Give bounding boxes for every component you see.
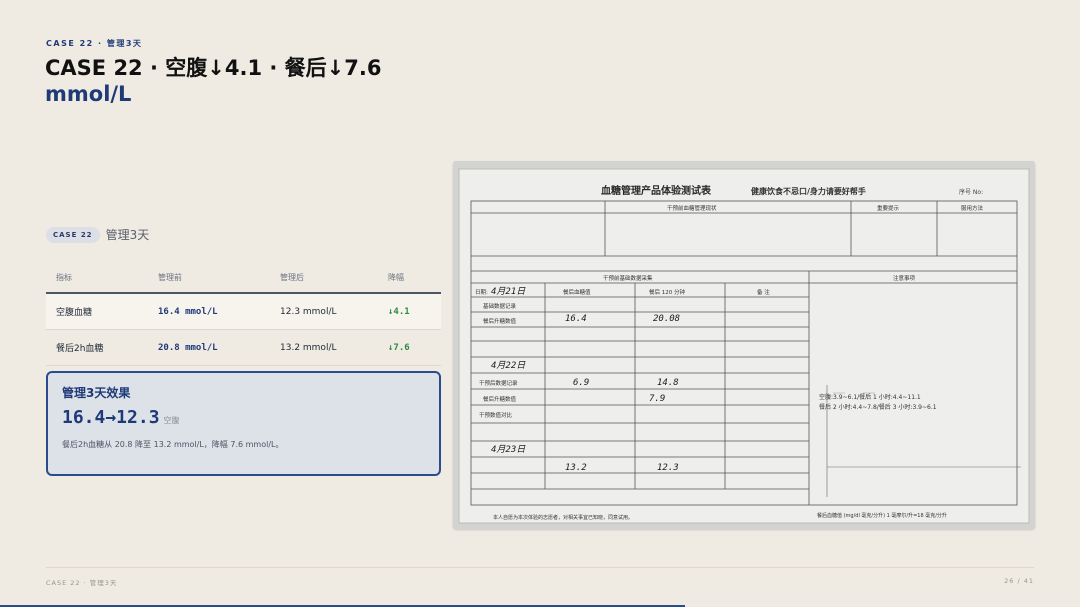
- form-chart-label: 餐后血糖值 (mg/dl 毫克/分升) 1 毫摩尔/升=18 毫克/分升: [817, 512, 947, 519]
- title-line-1: CASE 22 · 空腹↓4.1 · 餐后↓7.6: [45, 56, 382, 80]
- cell-drop: ↓4.1: [378, 293, 441, 330]
- case-tag-row: CASE 22 管理3天: [46, 226, 149, 243]
- cell-metric: 空腹血糖: [46, 293, 148, 330]
- form-section-method: 服用方法: [961, 204, 984, 212]
- form-notice-label: 注意事项: [893, 274, 916, 282]
- table-header-row: 指标 管理前 管理后 降幅: [46, 266, 441, 294]
- col-header-before: 管理前: [148, 266, 270, 294]
- handwritten-post-1: 20.08: [653, 314, 680, 324]
- form-date-label: 日期:: [475, 289, 488, 296]
- form-ref-text-2: 餐后 2 小时:4.4~7.8/餐后 3 小时:3.9~6.1: [819, 403, 937, 411]
- effect-card-description: 餐后2h血糖从 20.8 降至 13.2 mmol/L，降幅 7.6 mmol/…: [62, 440, 284, 449]
- cell-before: 16.4 mmol/L: [148, 293, 270, 330]
- form-bottom-note: 本人自愿为本次体验的志愿者，对相关事宜已知晓，同意试用。: [493, 514, 633, 521]
- case-badge: CASE 22: [46, 226, 100, 243]
- effect-card: 管理3天效果 16.4→12.3 空腹 餐后2h血糖从 20.8 降至 13.2 …: [46, 371, 441, 476]
- effect-card-value-row: 16.4→12.3 空腹: [62, 407, 425, 428]
- page-title: CASE 22 · 空腹↓4.1 · 餐后↓7.6 mmol/L: [45, 55, 465, 107]
- form-row-baseline: 基础数据记录: [483, 302, 517, 310]
- test-form-photo: 血糖管理产品体验测试表 健康饮食不忌口/身力请要好帮手 序号 No: 干预前血糖…: [453, 161, 1035, 529]
- form-row-intervene: 干预后数据记录: [479, 379, 518, 387]
- form-title: 血糖管理产品体验测试表: [601, 184, 712, 197]
- table-row: 餐后2h血糖 20.8 mmol/L 13.2 mmol/L ↓7.6: [46, 329, 441, 366]
- form-row-compare: 干预数值对比: [479, 411, 513, 419]
- form-ref-text-1: 空腹:3.9~6.1/餐后 1 小时:4.4~11.1: [819, 393, 921, 401]
- effect-card-value: 16.4→12.3: [62, 407, 160, 428]
- effect-card-unit: 空腹: [163, 416, 180, 425]
- form-row-rise-2: 餐后升糖数值: [483, 395, 517, 403]
- cell-drop: ↓7.6: [378, 329, 441, 366]
- footer-case-label: CASE 22 · 管理3天: [46, 579, 118, 587]
- cell-metric: 餐后2h血糖: [46, 329, 148, 366]
- col-header-metric: 指标: [46, 266, 148, 294]
- form-serial: 序号 No:: [959, 188, 983, 196]
- form-section-monitor: 干预前血糖管理现状: [667, 204, 717, 212]
- case-kicker: CASE 22 · 管理3天: [46, 39, 143, 48]
- cell-after: 13.2 mmol/L: [270, 329, 378, 366]
- case-duration: 管理3天: [105, 228, 150, 242]
- handwritten-fasting-1: 16.4: [565, 314, 587, 324]
- form-fasting-label: 餐后血糖值: [563, 288, 591, 296]
- page-number: 26 / 41: [1004, 577, 1034, 585]
- col-header-after: 管理后: [270, 266, 378, 294]
- form-remark-label: 备 注: [757, 288, 770, 296]
- col-header-drop: 降幅: [378, 266, 441, 294]
- handwritten-fasting-3: 13.2: [565, 463, 587, 473]
- handwritten-date-2: 4月22日: [491, 360, 526, 371]
- form-slogan: 健康饮食不忌口/身力请要好帮手: [751, 186, 866, 196]
- handwritten-post-2: 14.8: [657, 378, 679, 388]
- table-row: 空腹血糖 16.4 mmol/L 12.3 mmol/L ↓4.1: [46, 293, 441, 330]
- title-line-2: mmol/L: [45, 82, 132, 106]
- glucose-table: 指标 管理前 管理后 降幅 空腹血糖 16.4 mmol/L 12.3 mmol…: [46, 266, 441, 366]
- effect-card-title: 管理3天效果: [62, 386, 131, 400]
- form-section-notes: 重要提示: [877, 204, 900, 212]
- footer-divider: [46, 567, 1034, 568]
- handwritten-date-1: 4月21日: [491, 286, 526, 297]
- cell-after: 12.3 mmol/L: [270, 293, 378, 330]
- test-form-drawing: 血糖管理产品体验测试表 健康饮食不忌口/身力请要好帮手 序号 No: 干预前血糖…: [453, 161, 1035, 529]
- handwritten-post-3: 12.3: [657, 463, 679, 473]
- handwritten-fasting-2: 6.9: [573, 378, 589, 388]
- cell-before: 20.8 mmol/L: [148, 329, 270, 366]
- handwritten-date-3: 4月23日: [491, 444, 526, 455]
- form-row-rise: 餐后升糖数值: [483, 317, 517, 325]
- handwritten-post-2b: 7.9: [649, 394, 665, 404]
- form-baseline-section: 干预前基础数据采集: [603, 274, 653, 282]
- form-post120-label: 餐后 120 分钟: [649, 288, 685, 296]
